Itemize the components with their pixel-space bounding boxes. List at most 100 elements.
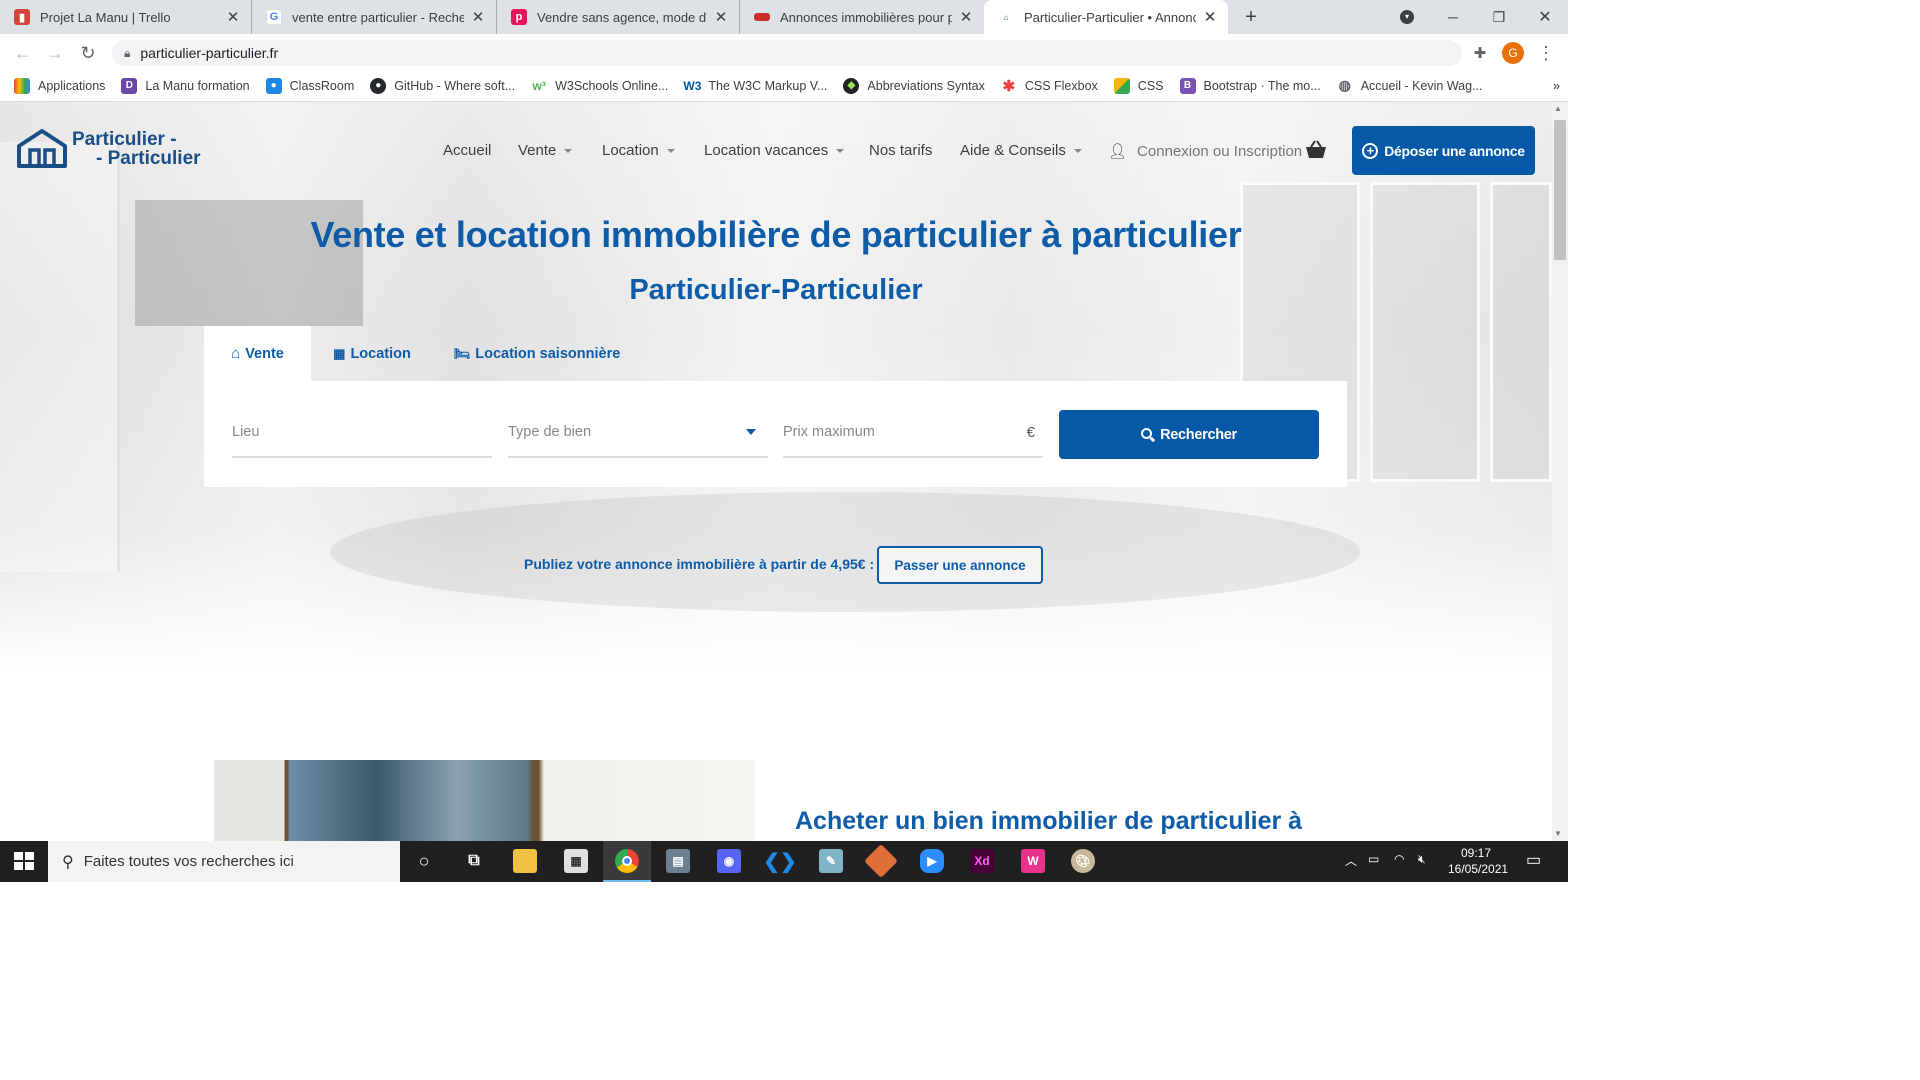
interior-photo — [214, 760, 755, 841]
bookmark-item[interactable]: ◍ Accueil - Kevin Wag... — [1337, 77, 1483, 94]
tab-label: Vente — [245, 345, 284, 362]
profile-avatar[interactable]: G — [1502, 42, 1524, 64]
lieu-input[interactable]: Lieu — [232, 408, 492, 458]
adobe-xd-icon[interactable]: Xd — [970, 849, 994, 873]
discord-icon[interactable]: ◉ — [717, 849, 741, 873]
bookmark-label: La Manu formation — [145, 78, 250, 93]
building-icon: ▦ — [333, 345, 346, 361]
search-icon — [1141, 428, 1156, 442]
nav-aide-conseils[interactable]: Aide & Conseils — [960, 142, 1082, 159]
windows-start-icon[interactable] — [14, 852, 34, 870]
bookmark-item[interactable]: ◆ Abbreviations Syntax — [843, 77, 985, 94]
nav-label: Aide & Conseils — [960, 142, 1066, 159]
wamp-icon[interactable]: W — [1021, 849, 1045, 873]
volume-muted-icon[interactable]: 🔇︎ — [1418, 852, 1426, 867]
site-logo[interactable]: Particulier - - Particulier — [16, 128, 201, 170]
annonces-icon — [754, 13, 770, 21]
bookmark-item[interactable]: B Bootstrap · The mo... — [1179, 77, 1321, 94]
bookmark-item[interactable]: ● ClassRoom — [265, 77, 354, 94]
tab-search-icon[interactable]: ▾ — [1384, 0, 1430, 34]
bookmark-item[interactable]: Applications — [14, 77, 106, 94]
tab-location-saisonniere[interactable]: 🛏︎ Location saisonnière — [452, 326, 622, 381]
paint-icon[interactable]: 🎨︎ — [1071, 849, 1095, 873]
tray-chevron-icon[interactable]: ︿ — [1345, 852, 1357, 869]
bookmark-item[interactable]: CSS — [1113, 77, 1164, 94]
extensions-icon[interactable]: ✚ — [1469, 42, 1491, 64]
tab-title: Projet La Manu | Trello — [40, 9, 171, 25]
more-bookmarks-icon[interactable]: » — [1553, 79, 1560, 93]
login-link[interactable]: 👤︎ Connexion ou Inscription — [1108, 142, 1303, 161]
bookmark-item[interactable]: w³ W3Schools Online... — [531, 78, 668, 94]
login-label: Connexion ou Inscription — [1137, 142, 1303, 160]
forward-icon[interactable]: → — [44, 42, 66, 64]
tab-label: Location — [350, 345, 411, 362]
tab-vente[interactable]: ⌂ Vente — [204, 326, 311, 381]
scroll-down-icon[interactable]: ▼ — [1554, 829, 1562, 838]
nav-nos-tarifs[interactable]: Nos tarifs — [869, 142, 932, 159]
close-tab-icon[interactable]: ✕ — [958, 8, 974, 26]
vscode-icon[interactable]: ❮❯ — [763, 849, 797, 873]
task-view-icon[interactable]: ⧉ — [462, 849, 486, 873]
close-tab-icon[interactable]: ✕ — [1202, 8, 1218, 26]
scrollbar-thumb[interactable] — [1554, 120, 1566, 260]
back-icon[interactable]: ← — [12, 42, 34, 64]
nav-location-vacances[interactable]: Location vacances — [704, 142, 845, 159]
restore-icon[interactable]: ❐ — [1476, 0, 1522, 34]
nav-label: Nos tarifs — [869, 142, 933, 159]
close-window-icon[interactable]: ✕ — [1522, 0, 1568, 34]
zoom-icon[interactable]: ▶ — [920, 849, 944, 873]
bookmark-item[interactable]: D La Manu formation — [121, 77, 250, 94]
basket-icon[interactable] — [1305, 140, 1327, 160]
bookmark-label: Bootstrap · The mo... — [1203, 78, 1321, 93]
minimize-icon[interactable]: ─ — [1430, 0, 1476, 34]
logo-line-2: - Particulier — [96, 148, 201, 169]
bookmark-item[interactable]: ✱ CSS Flexbox — [1001, 78, 1098, 95]
clock-date: 16/05/2021 — [1448, 862, 1509, 876]
scroll-up-icon[interactable]: ▲ — [1554, 104, 1562, 113]
prix-maximum-input[interactable]: Prix maximum € — [783, 408, 1043, 458]
caret-down-icon — [746, 429, 756, 435]
passer-annonce-button[interactable]: Passer une annonce — [877, 546, 1043, 584]
new-tab-button[interactable]: + — [1228, 0, 1274, 34]
calculator-icon[interactable]: ▤ — [666, 849, 690, 873]
nav-accueil[interactable]: Accueil — [443, 142, 491, 159]
tab-location[interactable]: ▦ Location — [322, 326, 422, 381]
browser-tab[interactable]: Annonces immobilières pour particuliers … — [740, 0, 984, 34]
tab-title: Annonces immobilières pour particuliers — [780, 9, 952, 25]
close-tab-icon[interactable]: ✕ — [470, 8, 486, 26]
file-explorer-icon[interactable] — [513, 849, 537, 873]
bookmark-item[interactable]: W3 The W3C Markup V... — [683, 78, 827, 94]
close-tab-icon[interactable]: ✕ — [713, 8, 729, 26]
notification-icon[interactable]: ▭ — [1526, 850, 1541, 870]
bookmark-label: CSS Flexbox — [1024, 78, 1098, 93]
chrome-icon[interactable] — [615, 849, 639, 873]
nav-location[interactable]: Location — [602, 142, 675, 159]
w3c-icon: W3 — [683, 78, 702, 93]
lieu-placeholder: Lieu — [232, 424, 260, 440]
browser-tab-active[interactable]: ⌂ Particulier-Particulier • Annonces ✕ — [984, 0, 1228, 34]
nav-vente[interactable]: Vente — [518, 142, 573, 159]
notepad-icon[interactable]: ✎ — [819, 849, 843, 873]
browser-tab[interactable]: p Vendre sans agence, mode d'emploi ✕ — [497, 0, 740, 34]
bookmark-label: Applications — [38, 78, 106, 93]
close-tab-icon[interactable]: ✕ — [225, 8, 241, 26]
address-bar[interactable]: 🔒︎ particulier-particulier.fr — [112, 40, 1462, 66]
rechercher-button[interactable]: Rechercher — [1059, 410, 1319, 459]
battery-icon[interactable]: ▭ — [1368, 852, 1379, 866]
taskbar-search-box[interactable]: ⚲ Faites toutes vos recherches ici — [48, 841, 400, 882]
reload-icon[interactable]: ↻ — [77, 42, 99, 64]
tab-label: Location saisonnière — [475, 345, 621, 362]
taskbar-clock[interactable]: 09:17 16/05/2021 — [1448, 845, 1509, 877]
bookmark-label: Abbreviations Syntax — [867, 78, 985, 93]
bookmark-item[interactable]: ● GitHub - Where soft... — [370, 77, 515, 94]
nav-label: Location vacances — [704, 142, 829, 159]
chrome-menu-icon[interactable]: ⋮ — [1535, 42, 1557, 64]
store-icon[interactable]: ▦ — [564, 849, 588, 873]
type-bien-select[interactable]: Type de bien — [508, 408, 768, 458]
cortana-icon[interactable]: ○ — [412, 849, 436, 873]
deposer-annonce-button[interactable]: + Déposer une annonce — [1352, 126, 1535, 175]
browser-tab[interactable]: ▮ Projet La Manu | Trello ✕ — [0, 0, 252, 34]
browser-tab[interactable]: G vente entre particulier - Recherche ✕ — [252, 0, 497, 34]
wifi-icon[interactable]: ◠ — [1394, 852, 1404, 866]
cta-label: Déposer une annonce — [1384, 142, 1525, 159]
